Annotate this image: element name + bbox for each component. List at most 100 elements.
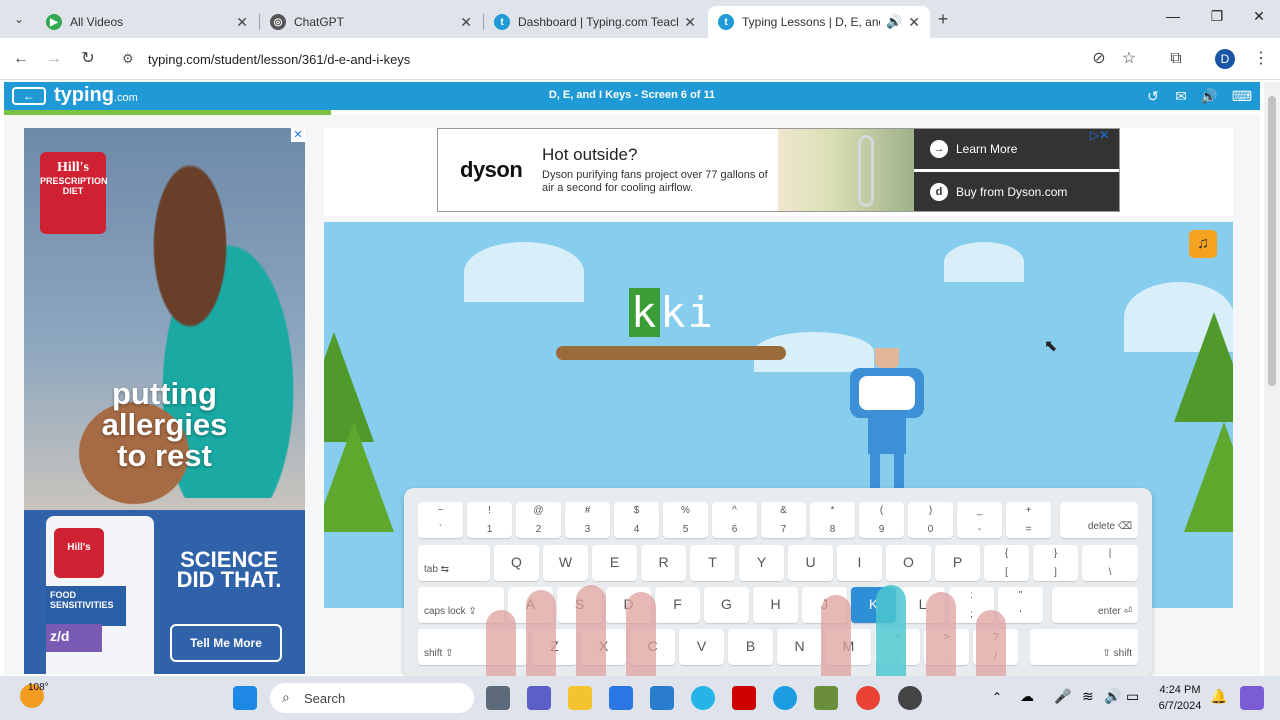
tab-chatgpt[interactable]: ◎ ChatGPT ✕ — [260, 6, 482, 38]
menu-icon[interactable]: ⋮ — [1250, 48, 1272, 70]
tree — [1174, 312, 1233, 422]
audio-playing-icon[interactable]: 🔊 — [886, 14, 902, 30]
key-char: J — [821, 596, 828, 612]
tracking-blocked-icon[interactable]: ⊘ — [1088, 48, 1110, 70]
volume-icon[interactable]: 🔊 — [1104, 688, 1121, 705]
tab-typing-lessons[interactable]: t Typing Lessons | D, E, and I 🔊 ✕ — [708, 6, 930, 38]
teams-icon[interactable] — [527, 686, 551, 710]
adchoices-icon[interactable]: ▷✕ — [1090, 128, 1109, 142]
exit-lesson-button[interactable]: ← — [12, 87, 46, 105]
brand-sub: PRESCRIPTION DIET — [40, 176, 108, 196]
task-view-icon[interactable] — [486, 686, 510, 710]
key-o: O — [886, 545, 931, 581]
lesson-screen-title: D, E, and I Keys - Screen 6 of 11 — [548, 89, 716, 101]
key-left-bracket: {[ — [984, 545, 1029, 581]
music-note-icon[interactable]: ♫ — [1189, 230, 1217, 258]
reload-button[interactable]: ↻ — [77, 48, 99, 70]
new-tab-button[interactable]: + — [932, 8, 954, 30]
key-j: J — [802, 587, 847, 623]
history-icon[interactable]: ↺ — [1144, 87, 1162, 105]
close-tab-icon[interactable]: ✕ — [684, 14, 696, 31]
maximize-button[interactable]: ❐ — [1202, 8, 1232, 30]
tab-title: Dashboard | Typing.com Teache — [518, 15, 679, 29]
key-shift-char: ! — [488, 505, 491, 516]
profile-avatar[interactable]: D — [1215, 49, 1235, 69]
extensions-icon[interactable]: ⧉ — [1165, 48, 1187, 70]
scroll-thumb[interactable] — [1268, 96, 1276, 386]
fan-image — [858, 135, 874, 207]
keyboard-settings-icon[interactable]: ⌨ — [1230, 87, 1254, 105]
wifi-icon[interactable]: ≋ — [1082, 688, 1094, 705]
mcafee-icon[interactable] — [732, 686, 756, 710]
minecraft-icon[interactable] — [814, 686, 838, 710]
close-window-button[interactable]: ✕ — [1244, 8, 1274, 30]
onedrive-icon[interactable]: ☁ — [1020, 688, 1034, 705]
page-scrollbar[interactable] — [1264, 82, 1280, 676]
battery-icon[interactable]: ▭ — [1126, 688, 1139, 705]
tab-search-icon[interactable]: ⌄ — [8, 8, 30, 30]
brand-name: Hill's — [57, 160, 89, 175]
minimize-button[interactable]: — — [1158, 8, 1188, 30]
key-label: enter ⏎ — [1098, 606, 1132, 617]
chevron-up-icon[interactable]: ⌃ — [992, 690, 1002, 704]
chrome-icon[interactable] — [856, 686, 880, 710]
key-enter: enter ⏎ — [1052, 587, 1138, 623]
back-button[interactable]: ← — [10, 48, 32, 70]
room-image — [778, 129, 914, 211]
site-info-icon[interactable]: ⚙ — [122, 51, 134, 67]
key-char: B — [745, 638, 756, 654]
app-icon[interactable] — [650, 686, 674, 710]
address-bar[interactable]: ⚙ typing.com/student/lesson/361/d-e-and-… — [112, 44, 1152, 74]
tab-all-videos[interactable]: ▶ All Videos ✕ — [36, 6, 258, 38]
key-char: E — [609, 554, 620, 570]
key-char: 5 — [682, 524, 689, 535]
target-word: kki — [629, 288, 715, 337]
close-tab-icon[interactable]: ✕ — [908, 14, 920, 31]
key-char: I — [857, 554, 862, 570]
key-char: H — [770, 596, 781, 612]
remaining-characters: ki — [660, 288, 715, 337]
notification-bell-icon[interactable]: 🔔 — [1210, 688, 1227, 705]
edge-icon[interactable] — [773, 686, 797, 710]
clock-time: 4:24 PM — [1159, 684, 1201, 696]
tree-branch — [556, 346, 786, 360]
forward-button[interactable]: → — [43, 48, 65, 70]
file-explorer-icon[interactable] — [568, 686, 592, 710]
key-caps-lock: caps lock ⇪ — [418, 587, 504, 623]
cloud — [464, 242, 584, 302]
left-advertisement[interactable]: Hill's PRESCRIPTION DIET ✕ putting aller… — [24, 128, 305, 674]
close-tab-icon[interactable]: ✕ — [460, 14, 472, 31]
key-i: I — [837, 545, 882, 581]
key-char: K — [868, 596, 879, 612]
key-3: #3 — [565, 502, 610, 538]
key-m: M — [826, 629, 871, 665]
key-r: R — [641, 545, 686, 581]
help-icon[interactable] — [691, 686, 715, 710]
tab-dashboard[interactable]: t Dashboard | Typing.com Teache ✕ — [484, 6, 706, 38]
button-label: Learn More — [956, 142, 1018, 156]
key-char: 6 — [731, 524, 738, 535]
copilot-icon[interactable] — [1240, 686, 1264, 710]
buy-from-dyson-button[interactable]: d Buy from Dyson.com — [914, 172, 1119, 211]
plant-pot — [875, 348, 899, 368]
close-tab-icon[interactable]: ✕ — [236, 14, 248, 31]
key-shift-char: | — [1108, 548, 1112, 559]
key-4: $4 — [614, 502, 659, 538]
tell-me-more-button[interactable]: Tell Me More — [170, 624, 282, 662]
key-shift-char: # — [584, 505, 591, 516]
recorder-icon[interactable] — [898, 686, 922, 710]
volume-icon[interactable]: 🔊 — [1200, 87, 1218, 105]
key-char: R — [658, 554, 669, 570]
system-clock[interactable]: 4:24 PM 6/7/2024 — [1150, 682, 1210, 714]
key-label: delete ⌫ — [1087, 521, 1132, 532]
key-char: Z — [550, 638, 559, 654]
bookmark-star-icon[interactable]: ☆ — [1118, 48, 1140, 70]
taskbar-search[interactable]: ⌕ Search — [270, 683, 474, 713]
dyson-advertisement[interactable]: dyson Hot outside? Dyson purifying fans … — [437, 128, 1120, 212]
typing-logo[interactable]: typing.com — [54, 84, 138, 107]
microphone-icon[interactable]: 🎤 — [1054, 688, 1071, 705]
chat-icon[interactable]: ✉ — [1172, 87, 1190, 105]
ad-close-icon[interactable]: ✕ — [291, 128, 305, 142]
windows-start-icon[interactable] — [233, 686, 257, 710]
store-icon[interactable] — [609, 686, 633, 710]
